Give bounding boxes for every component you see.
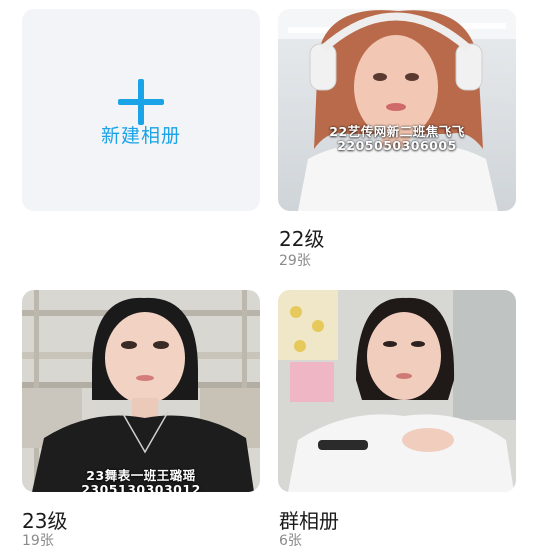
cover-caption-line2: 2205050306005 bbox=[337, 138, 457, 153]
album-cover-23[interactable]: 23舞表一班王璐瑶 2305130303012 bbox=[22, 290, 260, 492]
album-cover-photo bbox=[278, 9, 516, 211]
album-count: 29张 bbox=[279, 253, 311, 269]
cover-caption-line2: 2305130303012 bbox=[81, 482, 201, 492]
album-cover-group[interactable] bbox=[278, 290, 516, 492]
album-title: 22级 bbox=[279, 227, 325, 251]
plus-icon bbox=[118, 79, 164, 125]
new-album-tile[interactable]: 新建相册 bbox=[22, 9, 260, 211]
album-cover-photo bbox=[22, 290, 260, 492]
album-cover-22[interactable]: 22艺传网新二班焦飞飞 2205050306005 bbox=[278, 9, 516, 211]
album-count: 19张 bbox=[22, 533, 54, 549]
new-album-label: 新建相册 bbox=[100, 125, 181, 147]
album-cover-photo bbox=[278, 290, 516, 492]
album-count: 6张 bbox=[279, 533, 302, 549]
